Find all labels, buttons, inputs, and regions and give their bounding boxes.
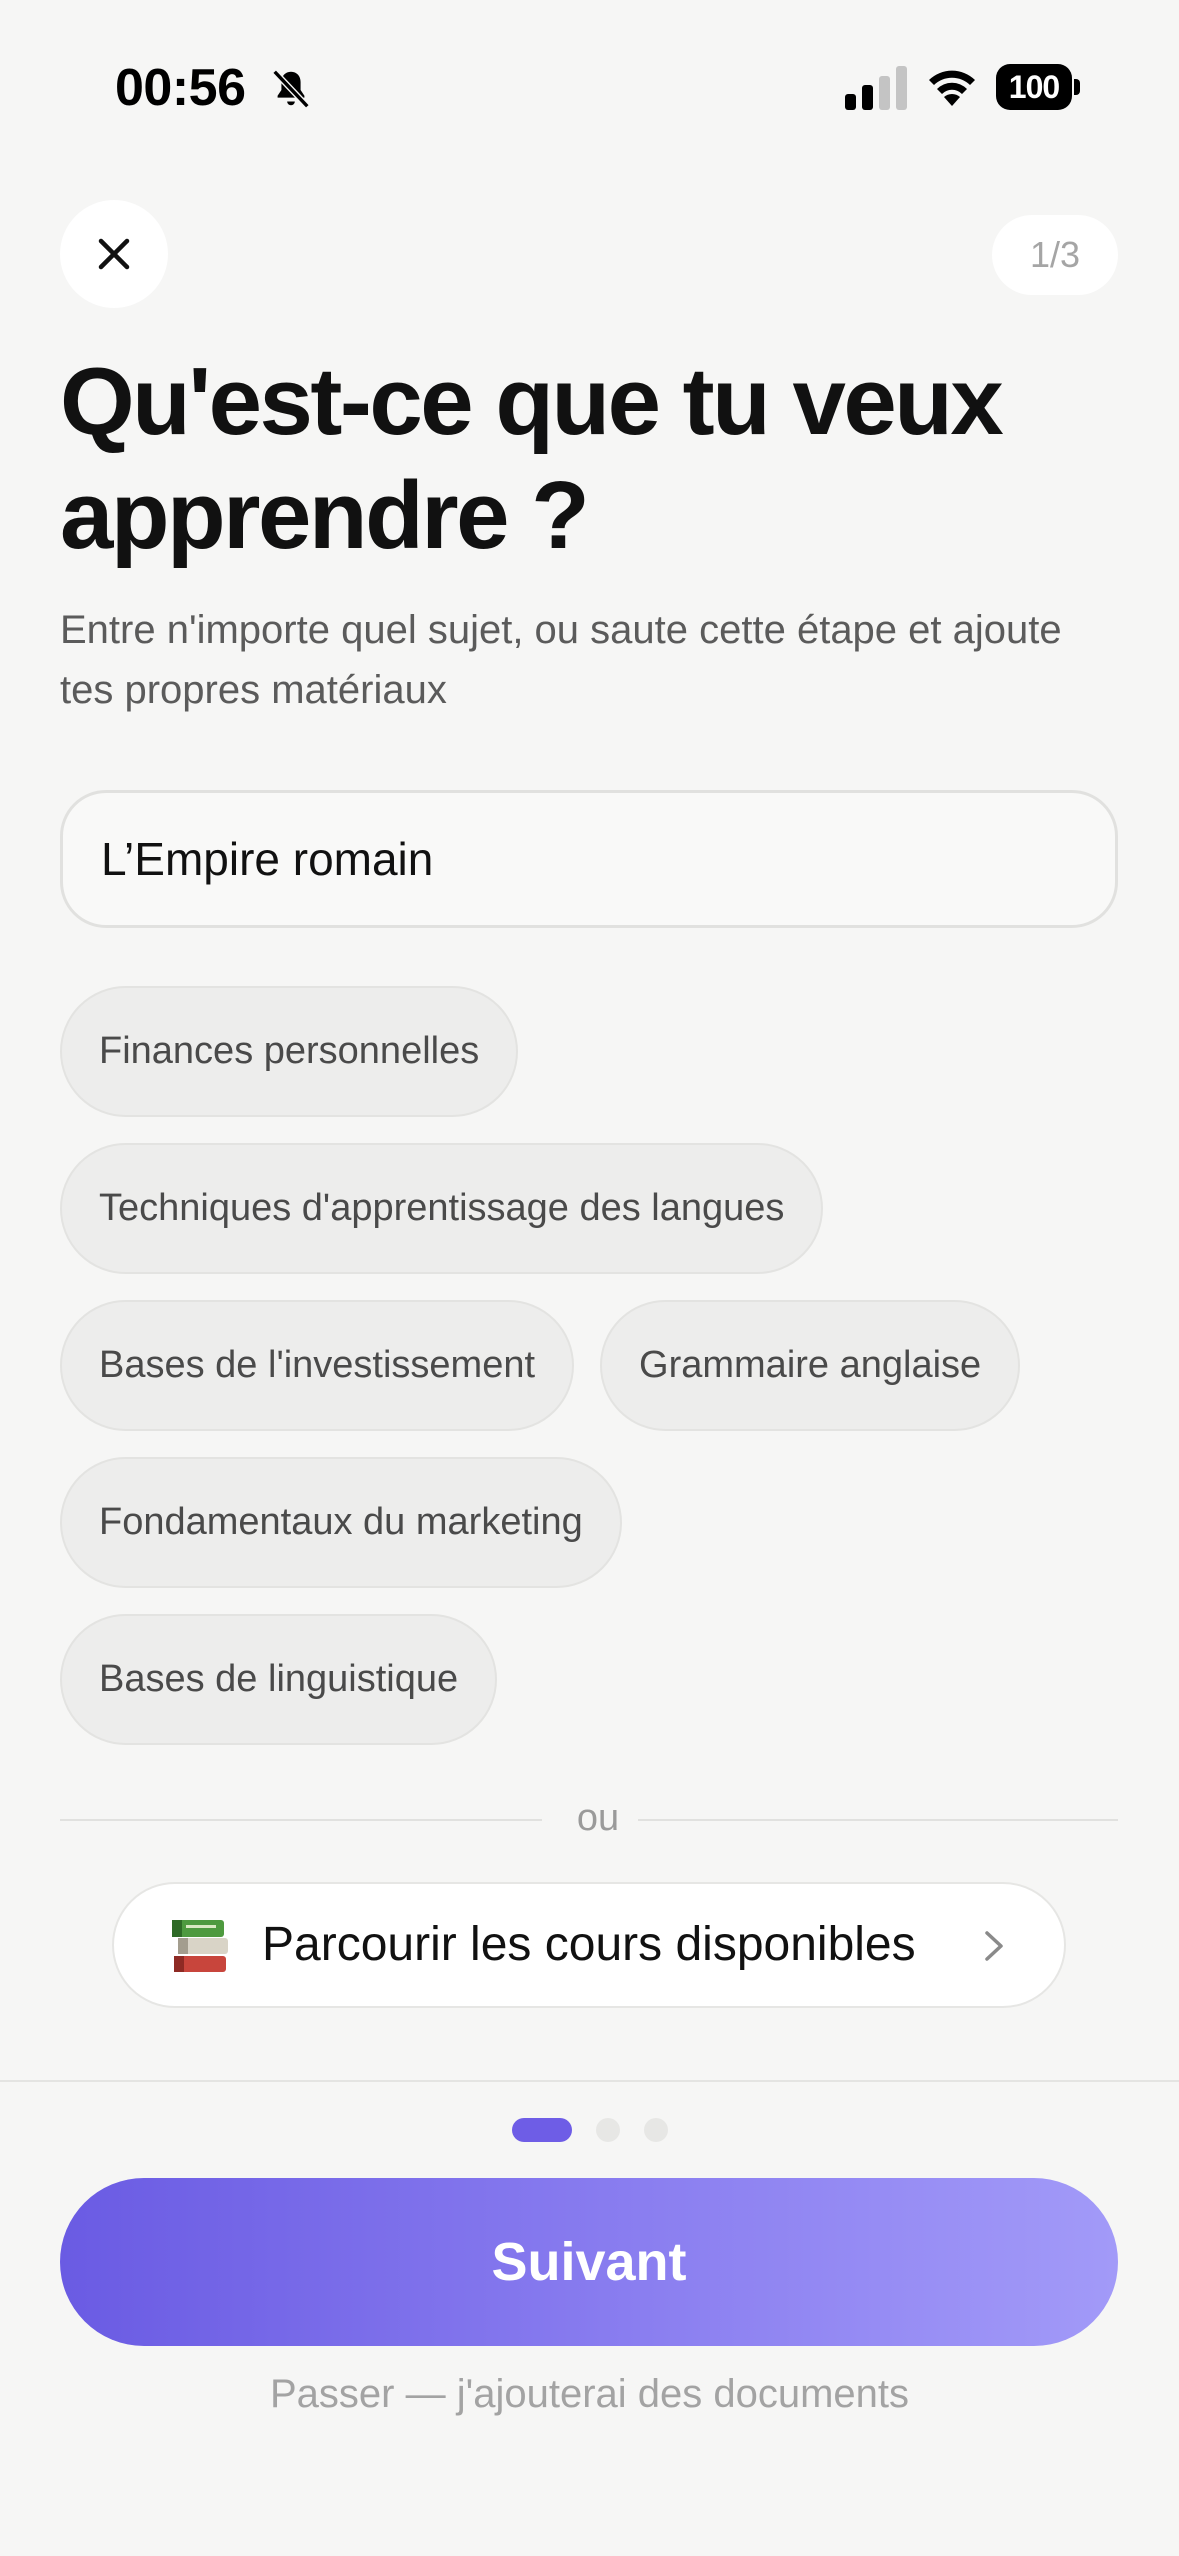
page-subtitle: Entre n'importe quel sujet, ou saute cet… xyxy=(60,608,1062,712)
suggestion-chip[interactable]: Techniques d'apprentissage des langues xyxy=(60,1143,824,1274)
browse-courses-label: Parcourir les cours disponibles xyxy=(262,1918,916,1971)
battery-icon: 100 xyxy=(996,64,1080,110)
suggestion-chip[interactable]: Grammaire anglaise xyxy=(600,1300,1021,1431)
step-indicator: 1/3 xyxy=(992,215,1118,295)
cellular-signal-icon xyxy=(845,66,907,110)
chip-row: Bases de l'investissement Grammaire angl… xyxy=(60,1300,1120,1431)
books-icon xyxy=(172,1920,228,1972)
divider-line xyxy=(60,1819,542,1821)
onboarding-screen: 00:56 100 1/3 Qu'est-ce que tu veux appr… xyxy=(0,0,1179,2556)
skip-link[interactable]: Passer — j'ajouterai des documents xyxy=(0,2372,1179,2417)
status-time: 00:56 xyxy=(115,59,246,117)
chip-row: Bases de linguistique xyxy=(60,1614,1120,1745)
page-title: Qu'est-ce que tu veux apprendre ? xyxy=(60,348,1004,569)
suggestion-chip[interactable]: Bases de l'investissement xyxy=(60,1300,575,1431)
page-dot xyxy=(596,2118,620,2142)
page-dot-active xyxy=(512,2118,572,2142)
divider-line xyxy=(638,1819,1118,1821)
next-button[interactable]: Suivant xyxy=(60,2178,1118,2346)
or-divider: ou xyxy=(60,1795,1118,1845)
page-dot xyxy=(644,2118,668,2142)
browse-courses-button[interactable]: Parcourir les cours disponibles xyxy=(112,1882,1066,2008)
chip-row: Fondamentaux du marketing xyxy=(60,1457,1120,1588)
chip-row: Techniques d'apprentissage des langues xyxy=(60,1143,1120,1274)
suggestion-chips: Finances personnelles Techniques d'appre… xyxy=(60,986,1120,1771)
close-button[interactable] xyxy=(60,200,168,308)
footer-divider xyxy=(0,2080,1179,2082)
battery-level: 100 xyxy=(1008,69,1060,105)
status-bar: 00:56 100 xyxy=(0,0,1179,170)
close-icon xyxy=(98,238,130,270)
divider-text: ou xyxy=(576,1797,620,1839)
chip-row: Finances personnelles xyxy=(60,986,1120,1117)
suggestion-chip[interactable]: Finances personnelles xyxy=(60,986,519,1117)
topic-input[interactable] xyxy=(63,793,1115,925)
pagination-dots xyxy=(0,2118,1179,2142)
bell-slash-icon xyxy=(272,69,310,109)
suggestion-chip[interactable]: Bases de linguistique xyxy=(60,1614,498,1745)
suggestion-chip[interactable]: Fondamentaux du marketing xyxy=(60,1457,622,1588)
topic-input-container xyxy=(60,790,1118,928)
chevron-right-icon xyxy=(985,1931,1003,1961)
wifi-icon xyxy=(929,70,975,106)
